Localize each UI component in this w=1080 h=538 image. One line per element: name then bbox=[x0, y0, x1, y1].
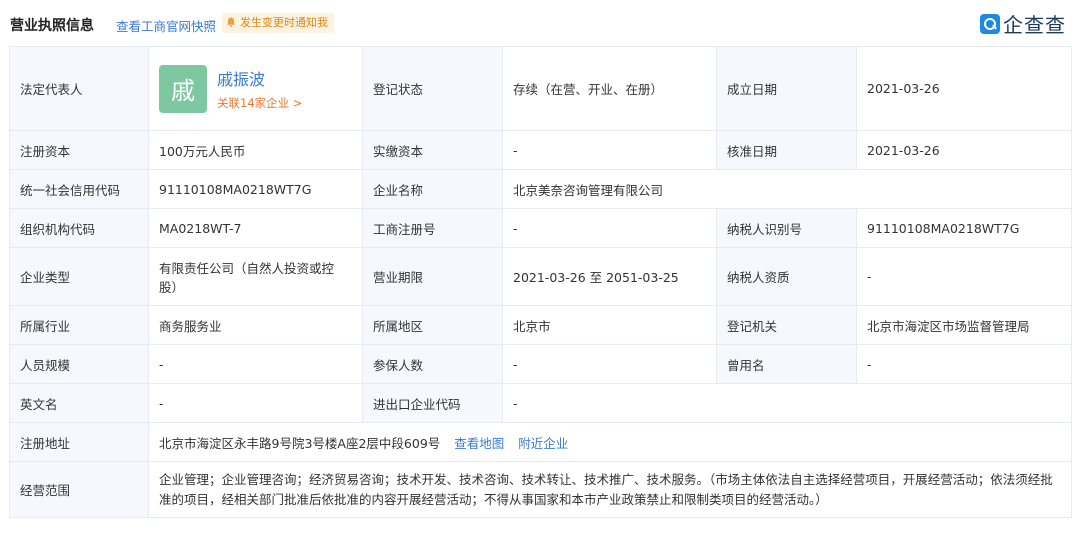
industry-label: 所属行业 bbox=[9, 305, 149, 345]
credit-code-label: 统一社会信用代码 bbox=[9, 169, 149, 209]
approve-date-label: 核准日期 bbox=[716, 130, 857, 170]
region-label: 所属地区 bbox=[362, 305, 503, 345]
former-name-value: - bbox=[856, 344, 1072, 384]
region-value: 北京市 bbox=[502, 305, 717, 345]
address-cell: 北京市海淀区永丰路9号院3号楼A座2层中段609号 查看地图 附近企业 bbox=[148, 422, 1072, 462]
english-name-value: - bbox=[148, 383, 363, 423]
paid-capital-label: 实缴资本 bbox=[362, 130, 503, 170]
change-notify-button[interactable]: 发生变更时通知我 bbox=[222, 13, 334, 33]
authority-value: 北京市海淀区市场监督管理局 bbox=[856, 305, 1072, 345]
est-date-label: 成立日期 bbox=[716, 46, 857, 131]
authority-label: 登记机关 bbox=[716, 305, 857, 345]
org-code-value: MA0218WT-7 bbox=[148, 208, 363, 248]
logo-icon bbox=[980, 13, 1000, 34]
taxpayer-qualification-label: 纳税人资质 bbox=[716, 247, 857, 306]
staff-size-label: 人员规模 bbox=[9, 344, 149, 384]
credit-code-value: 91110108MA0218WT7G bbox=[148, 169, 363, 209]
business-license-table: 法定代表人 戚 戚振波 关联14家企业 > 登记状态 存续（在营、开业、在册） … bbox=[9, 46, 1072, 518]
industry-value: 商务服务业 bbox=[148, 305, 363, 345]
table-row: 注册地址 北京市海淀区永丰路9号院3号楼A座2层中段609号 查看地图 附近企业 bbox=[9, 422, 1072, 462]
bell-icon bbox=[227, 17, 235, 27]
avatar: 戚 bbox=[159, 64, 207, 113]
qichacha-logo: 企查查 bbox=[980, 9, 1066, 38]
table-row: 英文名 - 进出口企业代码 - bbox=[9, 383, 1072, 423]
change-notify-label: 发生变更时通知我 bbox=[240, 16, 328, 29]
company-type-value: 有限责任公司（自然人投资或控股） bbox=[148, 247, 363, 306]
official-snapshot-link[interactable]: 查看工商官网快照 bbox=[116, 16, 216, 35]
taxpayer-id-value: 91110108MA0218WT7G bbox=[856, 208, 1072, 248]
business-term-label: 营业期限 bbox=[362, 247, 503, 306]
table-row: 人员规模 - 参保人数 - 曾用名 - bbox=[9, 344, 1072, 384]
section-header: 营业执照信息 查看工商官网快照 发生变更时通知我 企查查 bbox=[0, 0, 1080, 46]
est-date-value: 2021-03-26 bbox=[856, 46, 1072, 131]
table-row: 统一社会信用代码 91110108MA0218WT7G 企业名称 北京美奈咨询管… bbox=[9, 169, 1072, 209]
nearby-companies-link[interactable]: 附近企业 bbox=[518, 436, 568, 451]
capital-value: 100万元人民币 bbox=[148, 130, 363, 170]
approve-date-value: 2021-03-26 bbox=[856, 130, 1072, 170]
table-row: 组织机构代码 MA0218WT-7 工商注册号 - 纳税人识别号 9111010… bbox=[9, 208, 1072, 248]
taxpayer-qualification-value: - bbox=[856, 247, 1072, 306]
capital-label: 注册资本 bbox=[9, 130, 149, 170]
table-row: 所属行业 商务服务业 所属地区 北京市 登记机关 北京市海淀区市场监督管理局 bbox=[9, 305, 1072, 345]
view-map-link[interactable]: 查看地图 bbox=[454, 436, 504, 451]
staff-size-value: - bbox=[148, 344, 363, 384]
reg-status-value: 存续（在营、开业、在册） bbox=[502, 46, 717, 131]
legal-rep-cell: 戚 戚振波 关联14家企业 > bbox=[148, 46, 363, 131]
english-name-label: 英文名 bbox=[9, 383, 149, 423]
legal-rep-name-link[interactable]: 戚振波 bbox=[217, 66, 302, 90]
insured-count-label: 参保人数 bbox=[362, 344, 503, 384]
company-name-value: 北京美奈咨询管理有限公司 bbox=[502, 169, 1072, 209]
section-title: 营业执照信息 bbox=[10, 18, 94, 34]
business-term-value: 2021-03-26 至 2051-03-25 bbox=[502, 247, 717, 306]
related-companies-link[interactable]: 关联14家企业 > bbox=[217, 95, 302, 111]
company-type-label: 企业类型 bbox=[9, 247, 149, 306]
import-export-code-label: 进出口企业代码 bbox=[362, 383, 503, 423]
org-code-label: 组织机构代码 bbox=[9, 208, 149, 248]
paid-capital-value: - bbox=[502, 130, 717, 170]
table-row: 企业类型 有限责任公司（自然人投资或控股） 营业期限 2021-03-26 至 … bbox=[9, 247, 1072, 306]
business-scope-value: 企业管理；企业管理咨询；经济贸易咨询；技术开发、技术咨询、技术转让、技术推广、技… bbox=[148, 461, 1072, 518]
former-name-label: 曾用名 bbox=[716, 344, 857, 384]
table-row: 法定代表人 戚 戚振波 关联14家企业 > 登记状态 存续（在营、开业、在册） … bbox=[9, 46, 1072, 131]
legal-rep-label: 法定代表人 bbox=[9, 46, 149, 131]
import-export-code-value: - bbox=[502, 383, 1072, 423]
address-label: 注册地址 bbox=[9, 422, 149, 462]
insured-count-value: - bbox=[502, 344, 717, 384]
reg-status-label: 登记状态 bbox=[362, 46, 503, 131]
reg-no-label: 工商注册号 bbox=[362, 208, 503, 248]
company-name-label: 企业名称 bbox=[362, 169, 503, 209]
logo-text: 企查查 bbox=[1003, 13, 1066, 37]
table-row: 经营范围 企业管理；企业管理咨询；经济贸易咨询；技术开发、技术咨询、技术转让、技… bbox=[9, 461, 1072, 518]
business-scope-label: 经营范围 bbox=[9, 461, 149, 518]
address-value: 北京市海淀区永丰路9号院3号楼A座2层中段609号 bbox=[159, 435, 441, 451]
table-row: 注册资本 100万元人民币 实缴资本 - 核准日期 2021-03-26 bbox=[9, 130, 1072, 170]
reg-no-value: - bbox=[502, 208, 717, 248]
taxpayer-id-label: 纳税人识别号 bbox=[716, 208, 857, 248]
